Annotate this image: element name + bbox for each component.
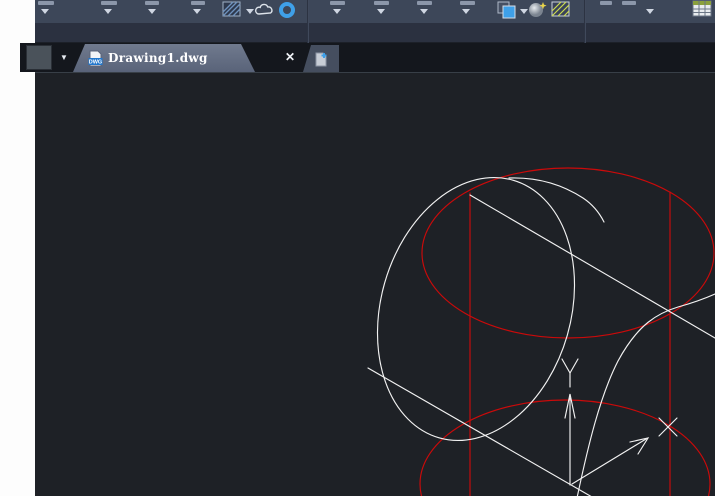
model-space-canvas[interactable] [35, 72, 715, 496]
panel-separator [307, 0, 309, 43]
left-desktop-margin [0, 0, 35, 496]
diagonal-line-lower[interactable] [367, 367, 592, 496]
annotate-dropdown-icon[interactable] [646, 9, 654, 14]
y-marker-left-branch[interactable] [561, 358, 571, 374]
line-tool-icon[interactable] [38, 1, 54, 5]
draw-dropdown-1-icon[interactable] [41, 9, 49, 14]
trim-tool-icon[interactable] [417, 1, 432, 5]
ribbon-label-row: 绘制 修改 注释 [35, 23, 715, 64]
donut-icon[interactable] [278, 1, 296, 19]
dimension-tool-icon[interactable] [622, 1, 636, 5]
polyline-tool-icon[interactable] [191, 1, 205, 5]
copy-icon[interactable] [496, 0, 517, 20]
hatch-edit-icon[interactable] [551, 1, 571, 18]
new-drawing-icon [315, 52, 326, 66]
file-tab-drawing1[interactable]: DWG Drawing1.dwg [73, 44, 255, 72]
y-marker-right-branch[interactable] [569, 358, 579, 374]
diagonal-line-upper[interactable] [469, 194, 715, 339]
panel-separator [584, 0, 586, 43]
arc-tool-icon[interactable] [145, 1, 159, 5]
diagonal-arrowhead[interactable] [629, 437, 650, 455]
ribbon-icon-row [35, 0, 715, 23]
modify-dropdown-4-icon[interactable] [462, 9, 470, 14]
circle-tool-icon[interactable] [101, 1, 117, 5]
copy-dropdown-icon[interactable] [520, 9, 528, 14]
sphere-icon[interactable] [528, 1, 547, 18]
close-tab-icon[interactable]: ✕ [282, 49, 298, 65]
file-tab-bar: ▼ DWG Drawing1.dwg ✕ [20, 43, 715, 72]
hatch-dropdown-icon[interactable] [246, 9, 254, 14]
diagonal-arrow-shaft[interactable] [571, 438, 647, 485]
modify-dropdown-2-icon[interactable] [377, 9, 385, 14]
drawing-svg[interactable] [35, 72, 715, 496]
draw-dropdown-3-icon[interactable] [148, 9, 156, 14]
move-tool-icon[interactable] [330, 1, 345, 5]
white-arc-lower-right[interactable] [576, 293, 715, 496]
app-window: 绘制 修改 注释 ▼ DWG Drawing1.dwg ✕ [0, 0, 715, 496]
file-tab-label: Drawing1.dwg [108, 51, 208, 65]
dwg-file-icon: DWG [88, 50, 103, 66]
tab-bar-blank-button[interactable] [26, 45, 52, 70]
hatch-icon[interactable] [222, 1, 242, 18]
svg-text:DWG: DWG [89, 59, 102, 65]
chevron-down-icon: ▼ [60, 53, 68, 62]
table-icon[interactable] [692, 0, 712, 17]
cloud-icon[interactable] [254, 2, 277, 17]
rotate-tool-icon[interactable] [374, 1, 389, 5]
draw-dropdown-4-icon[interactable] [193, 9, 201, 14]
modify-dropdown-3-icon[interactable] [420, 9, 428, 14]
ribbon: 绘制 修改 注释 [35, 0, 715, 64]
modify-dropdown-1-icon[interactable] [333, 9, 341, 14]
new-drawing-tab-button[interactable] [303, 45, 339, 72]
text-tool-icon[interactable] [600, 1, 612, 5]
tab-overflow-button[interactable]: ▼ [56, 45, 72, 70]
fillet-tool-icon[interactable] [460, 1, 475, 5]
draw-dropdown-2-icon[interactable] [104, 9, 112, 14]
